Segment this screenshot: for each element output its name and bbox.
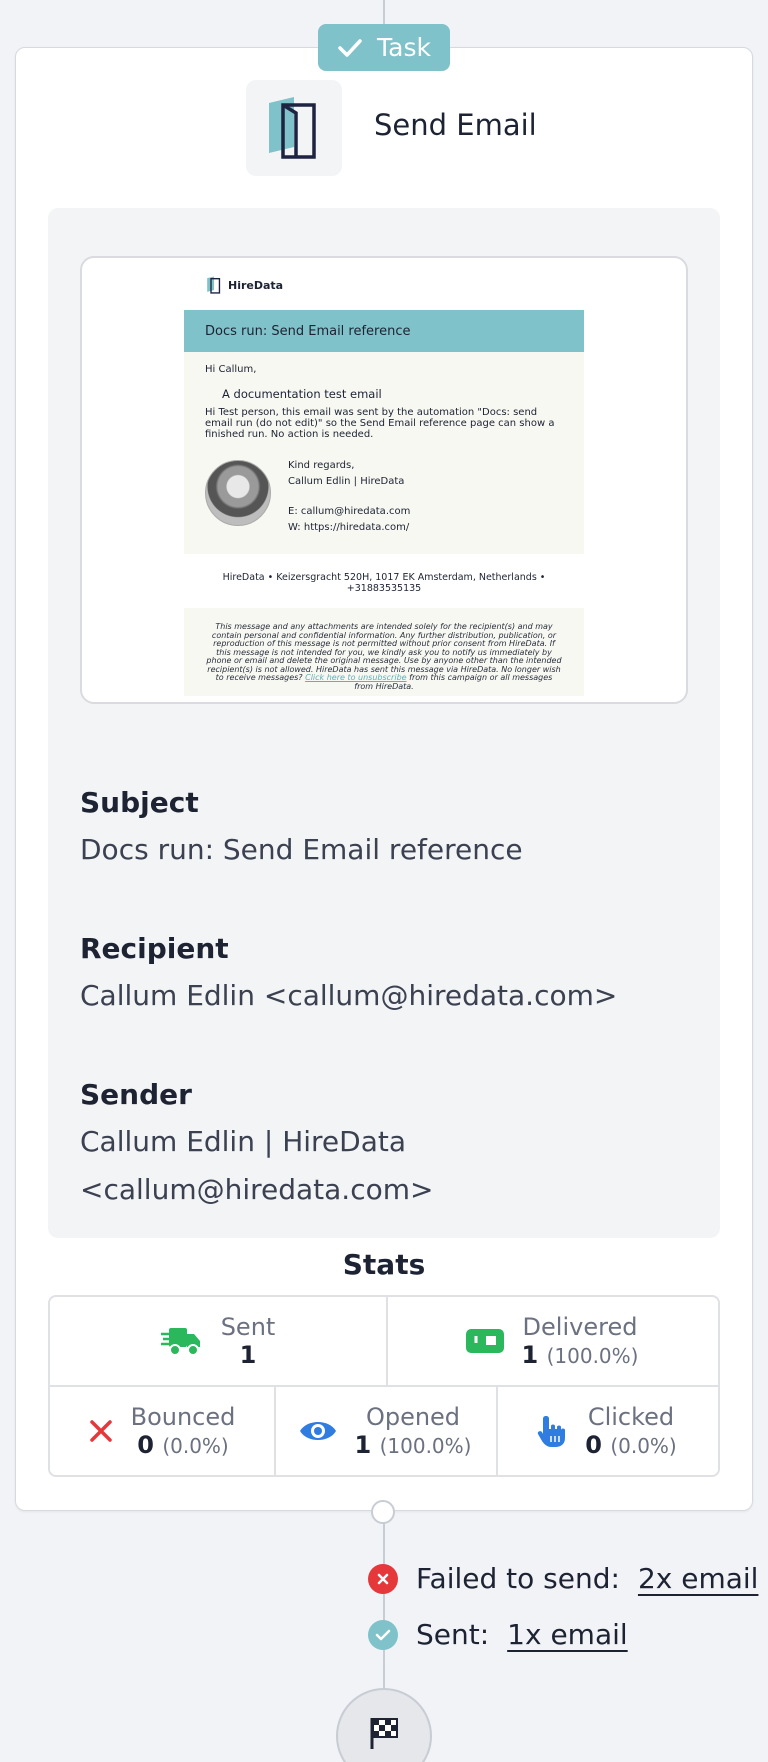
bounced-label: Bounced (130, 1403, 236, 1431)
eye-icon (299, 1422, 336, 1440)
stat-opened: Opened 1 (100.0%) (274, 1387, 496, 1475)
preview-message: Hi Test person, this email was sent by t… (205, 407, 555, 440)
check-icon (338, 38, 362, 57)
opened-pct: (100.0%) (379, 1434, 472, 1458)
subject-label: Subject (80, 786, 199, 819)
delivered-value: 1 (521, 1341, 539, 1369)
sender-label: Sender (80, 1078, 192, 1111)
delivered-label: Delivered (522, 1313, 638, 1341)
delivered-pct: (100.0%) (546, 1344, 639, 1368)
pointer-hand-icon (538, 1416, 566, 1447)
preview-disclaimer: This message and any attachments are int… (184, 608, 584, 696)
sig-regards: Kind regards, (288, 460, 355, 471)
sent-emails-link[interactable]: 1x email (507, 1618, 628, 1651)
x-icon (89, 1420, 112, 1442)
sent-outcome-label: Sent: (416, 1618, 490, 1651)
stat-bounced: Bounced 0 (0.0%) (50, 1387, 274, 1475)
recipient-value: Callum Edlin <callum@hiredata.com> (80, 979, 618, 1012)
connector-node[interactable] (371, 1500, 395, 1524)
preview-greeting: Hi Callum, (205, 364, 257, 375)
opened-label: Opened (365, 1403, 461, 1431)
stat-delivered: Delivered 1 (100.0%) (386, 1297, 718, 1385)
preview-signature: Kind regards, Callum Edlin | HireData E:… (288, 458, 410, 536)
email-preview[interactable]: HireData Docs run: Send Email reference … (80, 256, 688, 704)
task-title: Send Email (374, 108, 537, 142)
finish-flag-icon (370, 1718, 398, 1749)
document-icon (269, 97, 316, 159)
connector-bottom (383, 1512, 385, 1690)
preview-body: Hi Callum, A documentation test email Hi… (184, 352, 584, 554)
sent-label: Sent (220, 1313, 276, 1341)
sender-photo (205, 460, 271, 526)
outcome-sent: Sent: 1x email (368, 1618, 628, 1651)
stats-title: Stats (342, 1248, 426, 1281)
hiredata-logo-icon (207, 276, 221, 294)
mailbox-icon (465, 1329, 504, 1353)
recipient-label: Recipient (80, 932, 229, 965)
preview-logo: HireData (206, 276, 283, 294)
preview-header: Docs run: Send Email reference (184, 310, 584, 352)
task-badge: Task (318, 24, 450, 71)
bounced-pct: (0.0%) (162, 1434, 229, 1458)
preview-address: HireData • Keizersgracht 520H, 1017 EK A… (222, 572, 546, 594)
clicked-value: 0 (585, 1431, 602, 1459)
clicked-pct: (0.0%) (610, 1434, 677, 1458)
outcome-failed: Failed to send: 2x email (368, 1562, 758, 1595)
task-badge-label: Task (377, 33, 431, 62)
error-icon (368, 1563, 398, 1594)
opened-value: 1 (354, 1431, 372, 1459)
preview-headline: A documentation test email (222, 387, 382, 401)
bounced-value: 0 (137, 1431, 154, 1459)
sent-value: 1 (239, 1341, 257, 1369)
sig-email: E: callum@hiredata.com (288, 506, 411, 517)
email-icon-tile (246, 80, 342, 176)
sig-web: W: https://hiredata.com/ (288, 522, 410, 533)
finish-node[interactable] (336, 1688, 432, 1762)
preview-brand: HireData (228, 278, 284, 292)
clicked-label: Clicked (587, 1403, 675, 1431)
subject-value: Docs run: Send Email reference (80, 833, 523, 866)
sig-name: Callum Edlin | HireData (288, 476, 405, 487)
stat-clicked: Clicked 0 (0.0%) (496, 1387, 718, 1475)
truck-icon (160, 1328, 200, 1356)
sender-value: Callum Edlin | HireData <callum@hiredata… (80, 1125, 434, 1206)
check-circle-icon (368, 1619, 398, 1650)
failed-emails-link[interactable]: 2x email (638, 1562, 759, 1595)
stats-grid: Sent 1 Delivered 1 (100.0%) Bounced 0 (0… (48, 1295, 720, 1477)
failed-label: Failed to send: (416, 1562, 620, 1595)
stat-sent: Sent 1 (50, 1297, 386, 1385)
